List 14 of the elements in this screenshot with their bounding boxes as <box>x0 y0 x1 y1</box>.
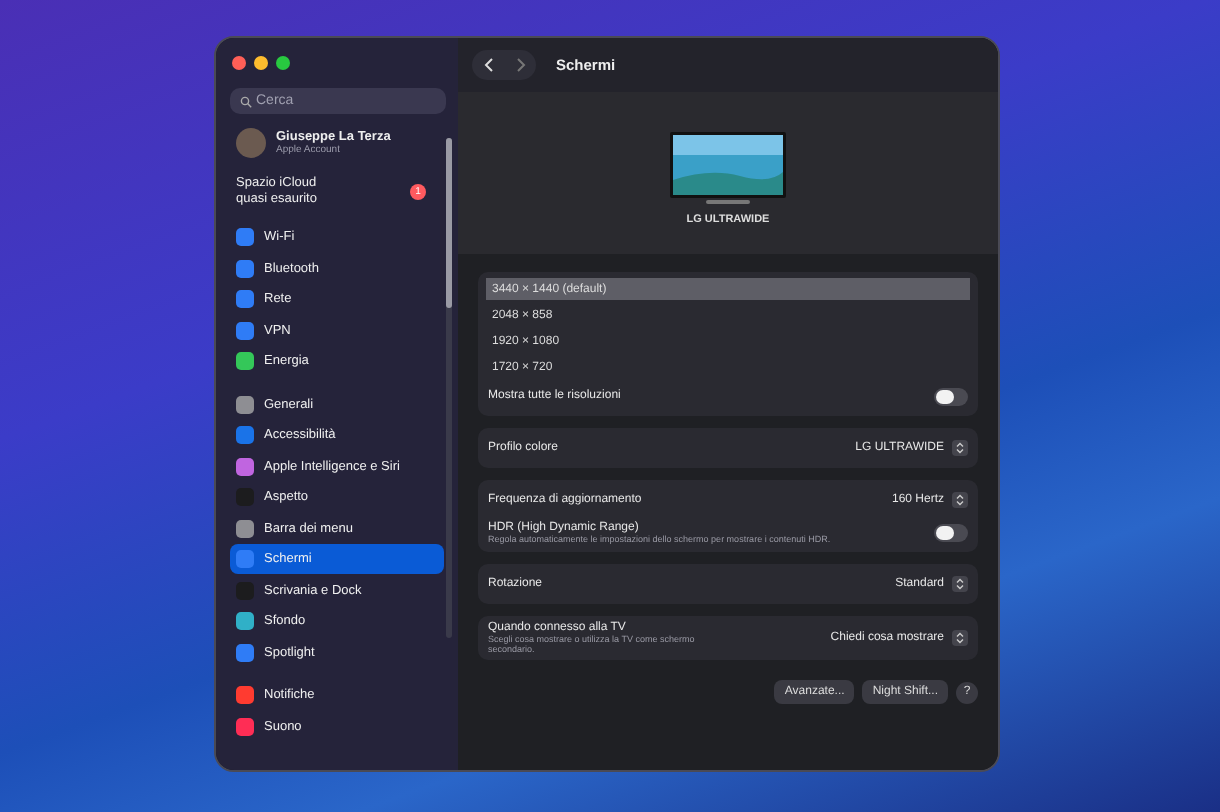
stepper-icon <box>952 576 968 592</box>
toggle-switch[interactable] <box>934 387 968 405</box>
zoom-button[interactable] <box>276 56 290 70</box>
stepper-icon <box>952 492 968 508</box>
scroll-bar[interactable] <box>446 138 452 638</box>
chevron-right-icon <box>515 58 525 72</box>
search-icon <box>240 95 252 107</box>
chevron-left-icon <box>483 58 493 72</box>
toggle-switch[interactable] <box>934 523 968 541</box>
minimize-button[interactable] <box>254 56 268 70</box>
stepper-icon <box>952 440 968 456</box>
stepper-icon <box>952 630 968 646</box>
monitor-drawing <box>670 132 786 206</box>
close-button[interactable] <box>232 56 246 70</box>
